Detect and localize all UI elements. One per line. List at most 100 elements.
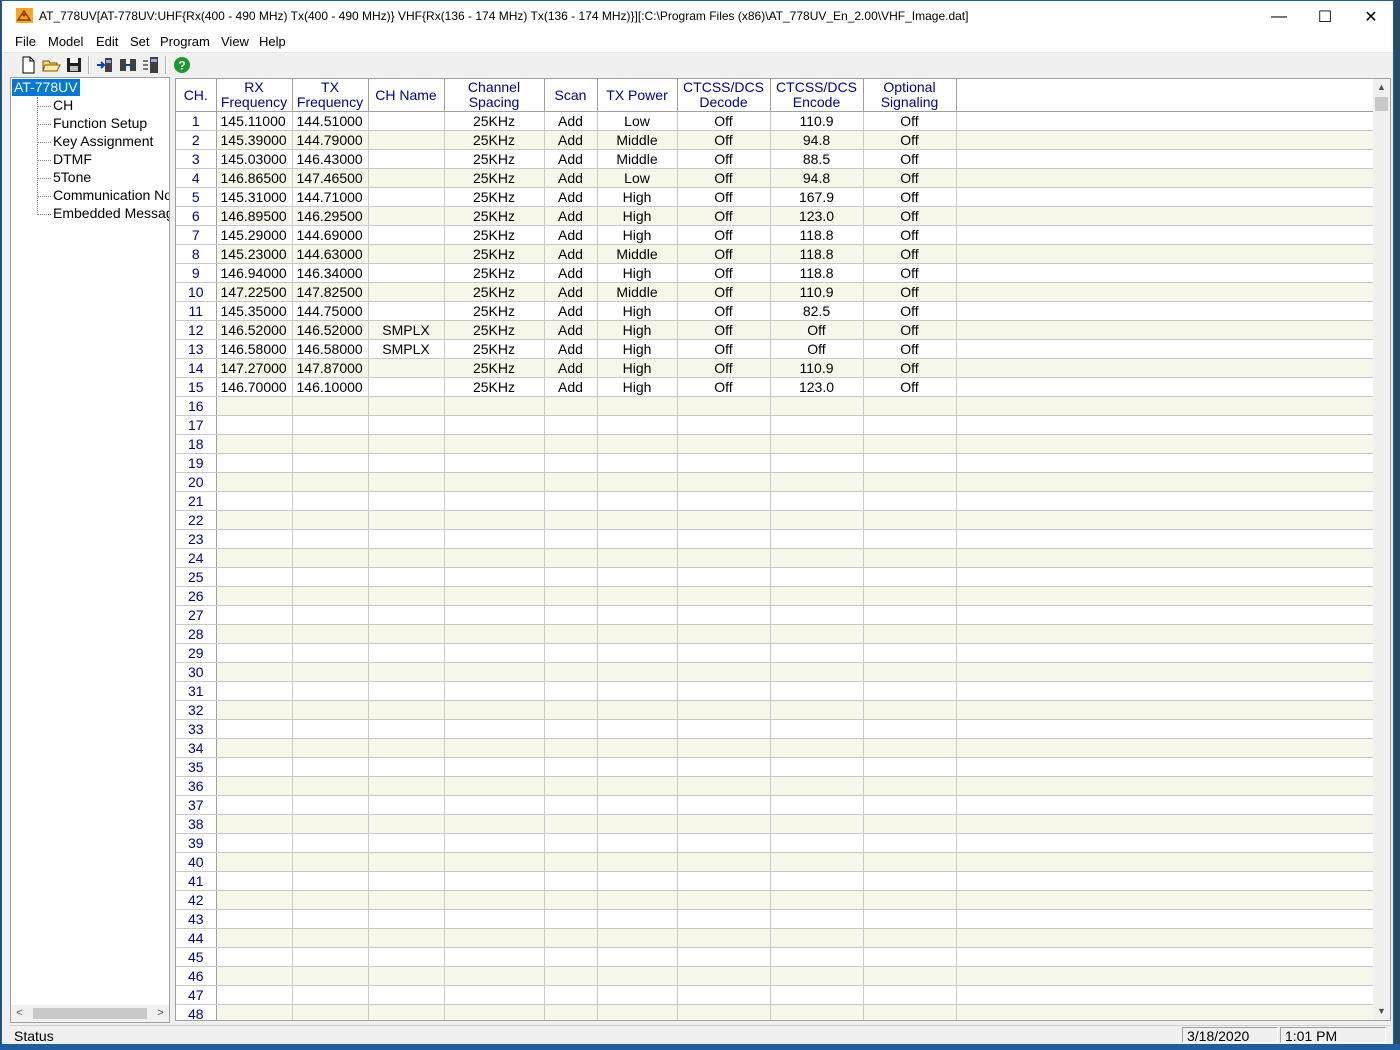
menu-help[interactable]: Help: [259, 34, 286, 49]
table-row[interactable]: 23: [176, 529, 1374, 549]
ctcss-decode-cell[interactable]: Off: [677, 339, 771, 359]
tx-frequency-cell[interactable]: [292, 757, 369, 777]
channel-number[interactable]: 6: [176, 206, 217, 226]
tx-frequency-cell[interactable]: [292, 966, 369, 986]
tx-frequency-cell[interactable]: 146.58000: [292, 339, 369, 359]
tx-power-cell[interactable]: Low: [597, 168, 678, 188]
scan-cell[interactable]: [544, 700, 598, 720]
scan-cell[interactable]: [544, 909, 598, 929]
ctcss-encode-cell[interactable]: [770, 548, 864, 568]
tree-item-embedded-message[interactable]: Embedded Message: [37, 204, 169, 222]
channel-spacing-cell[interactable]: [444, 605, 545, 625]
channel-number[interactable]: 42: [176, 890, 217, 910]
ch-name-cell[interactable]: [368, 225, 445, 245]
header-ctcss-decode[interactable]: CTCSS/DCS Decode: [677, 79, 771, 112]
tx-frequency-cell[interactable]: [292, 985, 369, 1005]
channel-spacing-cell[interactable]: 25KHz: [444, 149, 545, 169]
ctcss-encode-cell[interactable]: [770, 985, 864, 1005]
ctcss-encode-cell[interactable]: [770, 928, 864, 948]
channel-spacing-cell[interactable]: [444, 453, 545, 473]
optional-signaling-cell[interactable]: [863, 548, 957, 568]
channel-spacing-cell[interactable]: 25KHz: [444, 206, 545, 226]
ctcss-encode-cell[interactable]: [770, 567, 864, 587]
header-filler[interactable]: [956, 79, 1374, 112]
scan-cell[interactable]: Add: [544, 339, 598, 359]
optional-signaling-cell[interactable]: [863, 586, 957, 606]
optional-signaling-cell[interactable]: Off: [863, 282, 957, 302]
ch-name-cell[interactable]: [368, 168, 445, 188]
ctcss-encode-cell[interactable]: [770, 776, 864, 796]
ctcss-decode-cell[interactable]: Off: [677, 244, 771, 264]
rx-frequency-cell[interactable]: 145.23000: [216, 244, 293, 264]
table-row[interactable]: 17: [176, 415, 1374, 435]
ch-name-cell[interactable]: [368, 757, 445, 777]
channel-spacing-cell[interactable]: 25KHz: [444, 320, 545, 340]
table-row[interactable]: 15 146.70000 146.10000 25KHz Add High Off 123.0…: [176, 377, 1374, 397]
tx-frequency-cell[interactable]: [292, 909, 369, 929]
ctcss-decode-cell[interactable]: [677, 415, 771, 435]
ctcss-encode-cell[interactable]: [770, 947, 864, 967]
channel-spacing-cell[interactable]: 25KHz: [444, 301, 545, 321]
rx-frequency-cell[interactable]: [216, 453, 293, 473]
rx-frequency-cell[interactable]: [216, 719, 293, 739]
scan-cell[interactable]: [544, 795, 598, 815]
rx-frequency-cell[interactable]: 145.29000: [216, 225, 293, 245]
tx-power-cell[interactable]: [597, 681, 678, 701]
ctcss-encode-cell[interactable]: 110.9: [770, 358, 864, 378]
scan-cell[interactable]: Add: [544, 111, 598, 131]
ch-name-cell[interactable]: [368, 529, 445, 549]
ctcss-encode-cell[interactable]: [770, 966, 864, 986]
channel-number[interactable]: 4: [176, 168, 217, 188]
channel-number[interactable]: 21: [176, 491, 217, 511]
channel-spacing-cell[interactable]: [444, 1004, 545, 1020]
tx-frequency-cell[interactable]: [292, 491, 369, 511]
optional-signaling-cell[interactable]: Off: [863, 130, 957, 150]
ch-name-cell[interactable]: [368, 149, 445, 169]
tx-power-cell[interactable]: [597, 871, 678, 891]
channel-number[interactable]: 20: [176, 472, 217, 492]
tx-power-cell[interactable]: [597, 700, 678, 720]
header-tx-frequency[interactable]: TX Frequency: [292, 79, 369, 112]
channel-spacing-cell[interactable]: 25KHz: [444, 187, 545, 207]
rx-frequency-cell[interactable]: [216, 985, 293, 1005]
scroll-thumb[interactable]: [1375, 97, 1388, 111]
table-row[interactable]: 39: [176, 833, 1374, 853]
optional-signaling-cell[interactable]: [863, 719, 957, 739]
ch-name-cell[interactable]: [368, 624, 445, 644]
header-tx-power[interactable]: TX Power: [597, 79, 678, 112]
scan-cell[interactable]: [544, 757, 598, 777]
optional-signaling-cell[interactable]: [863, 396, 957, 416]
ch-name-cell[interactable]: [368, 985, 445, 1005]
header-ch-name[interactable]: CH Name: [368, 79, 445, 112]
ch-name-cell[interactable]: [368, 510, 445, 530]
ctcss-decode-cell[interactable]: [677, 681, 771, 701]
channel-spacing-cell[interactable]: [444, 985, 545, 1005]
ctcss-decode-cell[interactable]: Off: [677, 320, 771, 340]
tx-frequency-cell[interactable]: [292, 795, 369, 815]
channel-number[interactable]: 13: [176, 339, 217, 359]
scan-cell[interactable]: Add: [544, 377, 598, 397]
ctcss-decode-cell[interactable]: [677, 643, 771, 663]
optional-signaling-cell[interactable]: Off: [863, 111, 957, 131]
optional-signaling-cell[interactable]: Off: [863, 320, 957, 340]
tx-power-cell[interactable]: High: [597, 301, 678, 321]
tx-frequency-cell[interactable]: 147.82500: [292, 282, 369, 302]
ctcss-encode-cell[interactable]: 110.9: [770, 282, 864, 302]
rx-frequency-cell[interactable]: [216, 434, 293, 454]
ch-name-cell[interactable]: [368, 434, 445, 454]
scan-cell[interactable]: [544, 643, 598, 663]
rx-frequency-cell[interactable]: [216, 491, 293, 511]
ch-name-cell[interactable]: [368, 567, 445, 587]
tree-item-key-assignment[interactable]: Key Assignment: [37, 132, 153, 150]
channel-number[interactable]: 15: [176, 377, 217, 397]
tx-frequency-cell[interactable]: [292, 928, 369, 948]
tx-frequency-cell[interactable]: [292, 662, 369, 682]
scan-cell[interactable]: [544, 985, 598, 1005]
ctcss-decode-cell[interactable]: [677, 966, 771, 986]
ctcss-encode-cell[interactable]: [770, 396, 864, 416]
channel-spacing-cell[interactable]: [444, 947, 545, 967]
menu-file[interactable]: File: [15, 34, 36, 49]
optional-signaling-cell[interactable]: [863, 814, 957, 834]
menu-edit[interactable]: Edit: [96, 34, 118, 49]
scan-cell[interactable]: Add: [544, 168, 598, 188]
